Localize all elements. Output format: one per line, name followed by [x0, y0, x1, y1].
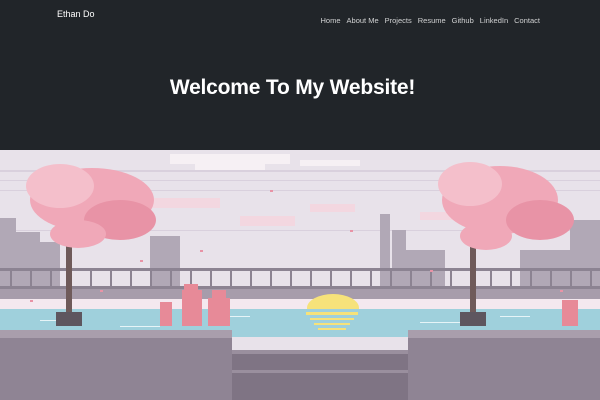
nav-item-resume: Resume	[418, 10, 446, 28]
navbar: Ethan Do Home About Me Projects Resume G…	[0, 0, 600, 30]
nav-item-linkedin: LinkedIn	[480, 10, 508, 28]
nav-item-github: Github	[452, 10, 474, 28]
nav-item-about-me: About Me	[347, 10, 379, 28]
ground-left	[0, 330, 232, 400]
nav-link-projects[interactable]: Projects	[385, 16, 412, 25]
pixel-art-scene	[0, 150, 600, 400]
nav-item-contact: Contact	[514, 10, 540, 28]
bridge-deck	[0, 289, 600, 299]
steps	[232, 350, 412, 400]
ground-left-edge	[0, 330, 232, 338]
nav-link-about-me[interactable]: About Me	[347, 16, 379, 25]
nav-link-home[interactable]: Home	[321, 16, 341, 25]
nav-links: Home About Me Projects Resume Github Lin…	[321, 10, 540, 28]
hero-banner-image	[0, 150, 600, 400]
brand-link[interactable]: Ethan Do	[57, 9, 95, 19]
hero-title: Welcome To My Website!	[169, 76, 416, 99]
ground-right-edge	[408, 330, 600, 338]
nav-link-github[interactable]: Github	[452, 16, 474, 25]
ground-right	[408, 330, 600, 400]
nav-link-linkedin[interactable]: LinkedIn	[480, 16, 508, 25]
horizon-glow	[0, 299, 600, 309]
nav-item-home: Home	[321, 10, 341, 28]
nav-link-contact[interactable]: Contact	[514, 16, 540, 25]
nav-link-resume[interactable]: Resume	[418, 16, 446, 25]
nav-item-projects: Projects	[385, 10, 412, 28]
